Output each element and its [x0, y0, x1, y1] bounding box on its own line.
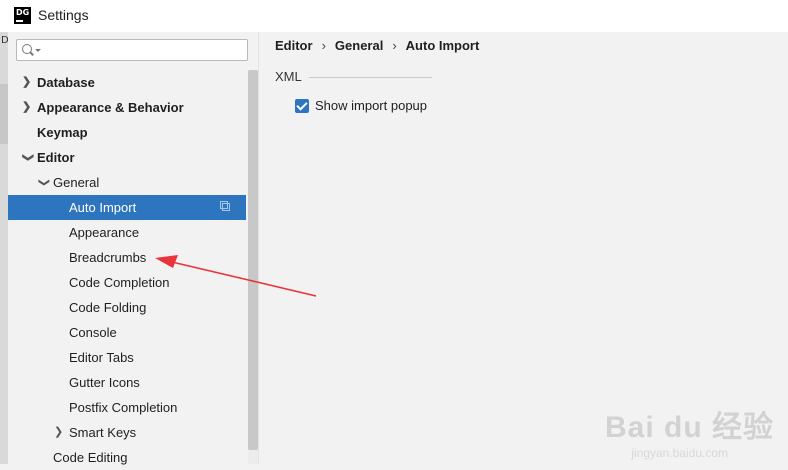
tree-item-label: Gutter Icons — [69, 375, 140, 390]
sidebar-scrollbar[interactable] — [248, 70, 258, 464]
baidu-watermark-logo: Bai du 经验 — [604, 411, 774, 444]
tree-item-editor-tabs[interactable]: Editor Tabs — [8, 345, 246, 370]
tree-item-label: Database — [37, 75, 95, 90]
tree-item-gutter-icons[interactable]: Gutter Icons — [8, 370, 246, 395]
tree-item-auto-import[interactable]: Auto Import — [8, 195, 246, 220]
title-bar: DG Settings — [0, 0, 788, 33]
tree-item-label: Code Completion — [69, 275, 170, 290]
chevron-right-icon[interactable]: ❯ — [22, 95, 31, 120]
tree-item-code-editing[interactable]: Code Editing — [8, 445, 246, 470]
tree-item-label: General — [53, 175, 100, 190]
tree-item-label: Appearance & Behavior — [37, 100, 184, 115]
tree-item-label: Code Editing — [53, 450, 128, 465]
tree-item-appearance-behavior[interactable]: ❯ Appearance & Behavior — [8, 95, 246, 120]
tree-item-database[interactable]: ❯ Database — [8, 70, 246, 95]
chevron-down-icon[interactable] — [35, 49, 41, 52]
scrollbar-thumb[interactable] — [248, 70, 258, 450]
tree-item-label: Postfix Completion — [69, 400, 178, 415]
watermark-url: jingyan.baidu.com — [631, 446, 728, 460]
tree-item-label: Code Folding — [69, 300, 147, 315]
settings-tree: ❯ Database ❯ Appearance & Behavior Keyma… — [8, 70, 246, 470]
chevron-right-icon[interactable]: ❯ — [54, 420, 63, 445]
section-title-xml: XML — [275, 69, 302, 84]
tree-item-label: Smart Keys — [69, 425, 137, 440]
tree-item-editor[interactable]: ❯ Editor — [8, 145, 246, 170]
breadcrumb-separator: › — [392, 38, 397, 53]
tree-item-code-folding[interactable]: Code Folding — [8, 295, 246, 320]
section-divider — [309, 77, 432, 78]
breadcrumb-general[interactable]: General — [335, 38, 383, 53]
settings-sidebar: ❯ Database ❯ Appearance & Behavior Keyma… — [8, 32, 259, 465]
tree-item-label: Auto Import — [69, 200, 137, 215]
tree-item-label: Editor — [37, 150, 75, 165]
tree-item-postfix-completion[interactable]: Postfix Completion — [8, 395, 246, 420]
tree-item-breadcrumbs[interactable]: Breadcrumbs — [8, 245, 246, 270]
breadcrumb-editor[interactable]: Editor — [275, 38, 313, 53]
breadcrumb: Editor › General › Auto Import — [275, 38, 479, 53]
tree-item-console[interactable]: Console — [8, 320, 246, 345]
tree-item-smart-keys[interactable]: ❯ Smart Keys — [8, 420, 246, 445]
tree-item-code-completion[interactable]: Code Completion — [8, 270, 246, 295]
tree-item-label: Appearance — [69, 225, 140, 240]
checkbox-label: Show import popup — [315, 98, 428, 113]
tree-item-label: Console — [69, 325, 117, 340]
breadcrumb-separator: › — [321, 38, 326, 53]
show-import-popup-checkbox[interactable] — [295, 99, 309, 113]
tree-item-keymap[interactable]: Keymap — [8, 120, 246, 145]
tree-item-label: Editor Tabs — [69, 350, 134, 365]
tree-item-appearance[interactable]: Appearance — [8, 220, 246, 245]
breadcrumb-auto-import: Auto Import — [405, 38, 480, 53]
window-title: Settings — [38, 7, 89, 23]
search-icon — [22, 44, 32, 54]
settings-content-panel: Editor › General › Auto Import XML Show impo… — [259, 32, 788, 464]
search-input[interactable] — [16, 39, 248, 61]
tree-item-label: Breadcrumbs — [69, 250, 147, 265]
chevron-right-icon[interactable]: ❯ — [22, 70, 31, 95]
tree-item-general[interactable]: ❯ General — [8, 170, 246, 195]
datagrip-logo-icon: DG — [14, 7, 31, 24]
project-settings-copy-icon — [220, 201, 230, 211]
tree-item-label: Keymap — [37, 125, 88, 140]
